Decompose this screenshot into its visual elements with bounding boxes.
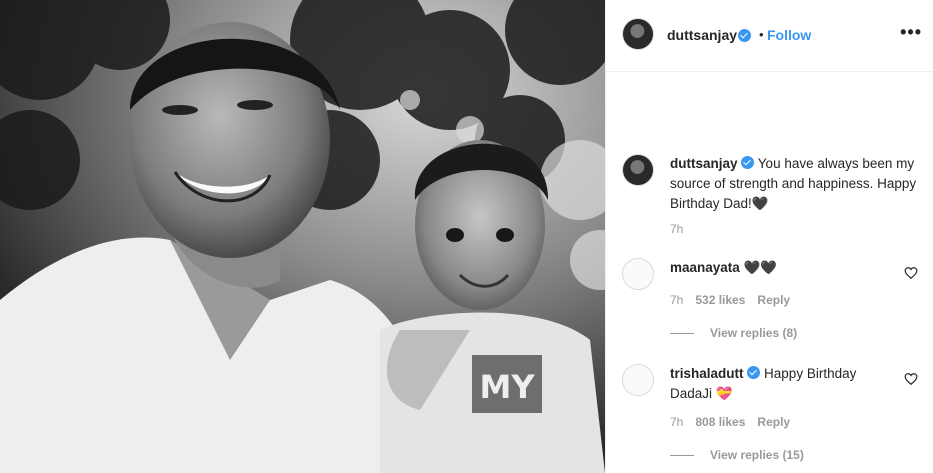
comment-text-block: trishaladutt Happy Birthday DadaJi 💝: [670, 364, 890, 404]
replies-divider: [670, 332, 694, 334]
heart-outline-icon[interactable]: [904, 266, 918, 280]
replies-divider: [670, 454, 694, 456]
caption-username[interactable]: duttsanjay: [670, 156, 738, 171]
commenter-avatar[interactable]: [622, 364, 654, 396]
comment-username[interactable]: trishaladutt: [670, 366, 744, 381]
view-replies-button[interactable]: View replies (8): [670, 326, 797, 340]
verified-badge-icon: [741, 156, 755, 169]
heart-outline-icon[interactable]: [904, 372, 918, 386]
view-replies-label: View replies (8): [710, 326, 798, 340]
verified-badge-icon: [747, 366, 761, 379]
header-separator: •: [759, 27, 764, 42]
caption-author-avatar[interactable]: [622, 154, 654, 186]
caption-text-block: duttsanjay You have always been my sourc…: [670, 154, 920, 214]
follow-button[interactable]: Follow: [767, 27, 811, 43]
comment-timestamp[interactable]: 7h: [670, 293, 683, 307]
comment-text: 🖤🖤: [743, 260, 778, 275]
comment-timestamp[interactable]: 7h: [670, 415, 683, 429]
view-replies-button[interactable]: View replies (15): [670, 448, 804, 462]
comment-meta: 7h 808 likes Reply: [670, 415, 790, 429]
comment-meta: 7h 532 likes Reply: [670, 293, 790, 307]
author-username[interactable]: duttsanjay: [667, 27, 737, 43]
photo-image: MY: [0, 0, 605, 473]
more-options-icon[interactable]: •••: [900, 22, 922, 43]
post-details-panel: duttsanjay • Follow ••• duttsanjay You h…: [605, 0, 933, 473]
comment-username[interactable]: maanayata: [670, 260, 740, 275]
caption-timestamp[interactable]: 7h: [670, 222, 683, 236]
post-photo[interactable]: MY: [0, 0, 605, 473]
shirt-print-text: MY: [479, 368, 535, 406]
view-replies-label: View replies (15): [710, 448, 804, 462]
commenter-avatar[interactable]: [622, 258, 654, 290]
comment-text-block: maanayata 🖤🖤: [670, 258, 890, 278]
verified-badge-icon: [738, 29, 751, 42]
reply-button[interactable]: Reply: [757, 415, 790, 429]
comment-likes[interactable]: 532 likes: [695, 293, 745, 307]
author-avatar[interactable]: [622, 18, 654, 50]
reply-button[interactable]: Reply: [757, 293, 790, 307]
post-header: duttsanjay • Follow •••: [606, 0, 933, 72]
comment-likes[interactable]: 808 likes: [695, 415, 745, 429]
